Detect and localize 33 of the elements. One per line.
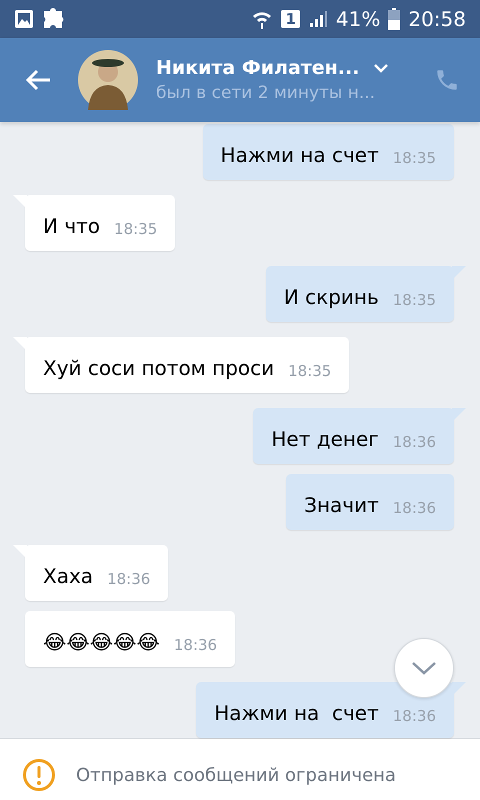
message-time: 18:36 <box>174 635 218 655</box>
contact-name[interactable]: Никита Филатен... <box>156 57 360 79</box>
message-time: 18:35 <box>114 219 158 239</box>
message-time: 18:36 <box>107 569 150 589</box>
sim-indicator: 1 <box>281 10 300 28</box>
clock: 20:58 <box>408 7 466 31</box>
message-text: Хуй соси потом проси <box>43 355 274 381</box>
message-text: И что <box>43 213 100 239</box>
message-time: 18:36 <box>392 432 436 452</box>
notice-text: Отправка сообщений ограничена <box>76 764 396 786</box>
message-text: Хаха <box>43 563 94 589</box>
message-time: 18:36 <box>392 498 436 518</box>
battery-percent: 41% <box>336 7 380 31</box>
last-seen-status: был в сети 2 минуты н... <box>156 83 376 103</box>
image-icon <box>14 9 34 29</box>
message-time: 18:35 <box>392 290 436 310</box>
avatar[interactable] <box>78 50 138 110</box>
message-text: 😂😂😂😂😂 <box>43 629 160 655</box>
message-time: 18:35 <box>288 361 332 381</box>
battery-icon <box>388 8 400 30</box>
message-text: Нет денег <box>271 426 379 452</box>
back-arrow-icon[interactable] <box>24 68 52 92</box>
warning-icon <box>22 758 56 792</box>
message-text: Нажми на счет <box>214 700 379 726</box>
chevron-down-icon[interactable] <box>373 63 390 73</box>
signal-icon <box>308 9 328 29</box>
message-time: 18:35 <box>392 148 436 168</box>
chevron-down-icon <box>411 661 437 675</box>
message-text: И скринь <box>284 284 379 310</box>
message-text: Значит <box>304 492 379 518</box>
puzzle-icon <box>42 8 64 30</box>
message-time: 18:36 <box>392 706 436 726</box>
message-text: Нажми на счет <box>220 142 379 168</box>
